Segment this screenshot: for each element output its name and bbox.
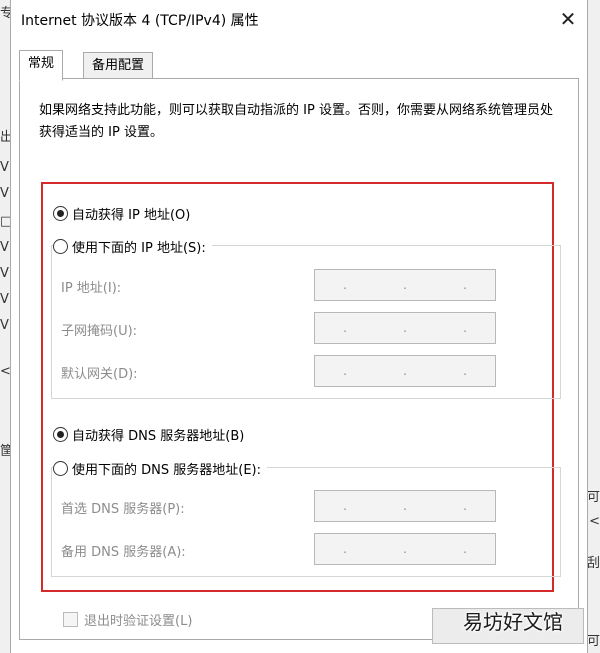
tab-general[interactable]: 常规 — [19, 50, 64, 81]
bg-fragment: V — [0, 318, 9, 333]
ip-address-label: IP 地址(I): — [61, 281, 122, 296]
checkbox-icon — [63, 612, 78, 627]
radio-unselected-icon — [53, 239, 68, 254]
auto-ip-label: 自动获得 IP 地址(O) — [72, 208, 191, 223]
manual-ip-radio[interactable]: 使用下面的 IP 地址(S): — [53, 237, 212, 256]
bg-fragment: 可 — [586, 490, 600, 505]
auto-ip-radio[interactable]: 自动获得 IP 地址(O) — [53, 204, 190, 223]
bg-fragment: 可 — [586, 634, 600, 649]
auto-dns-label: 自动获得 DNS 服务器地址(B) — [72, 429, 245, 444]
auto-dns-radio[interactable]: 自动获得 DNS 服务器地址(B) — [53, 425, 244, 444]
manual-ip-label: 使用下面的 IP 地址(S): — [72, 241, 206, 256]
description-text: 如果网络支持此功能，则可以获取自动指派的 IP 设置。否则，你需要从网络系统管理… — [39, 103, 553, 140]
bg-fragment: V — [0, 160, 9, 175]
alternate-dns-input[interactable]: ... — [314, 533, 496, 565]
watermark: 易坊好文馆 — [463, 610, 563, 634]
alternate-dns-label: 备用 DNS 服务器(A): — [61, 545, 186, 560]
manual-dns-label: 使用下面的 DNS 服务器地址(E): — [72, 463, 261, 478]
radio-unselected-icon — [53, 461, 68, 476]
bg-fragment: 刮 — [586, 556, 600, 571]
preferred-dns-input[interactable]: ... — [314, 490, 496, 522]
validate-on-exit-label: 退出时验证设置(L) — [84, 614, 193, 629]
ip-address-input[interactable]: ... — [314, 269, 496, 301]
radio-selected-icon — [53, 206, 68, 221]
manual-dns-radio[interactable]: 使用下面的 DNS 服务器地址(E): — [53, 459, 267, 478]
tab-alternate-config[interactable]: 备用配置 — [83, 52, 154, 80]
bg-fragment: V — [0, 186, 9, 201]
title-bar: Internet 协议版本 4 (TCP/IPv4) 属性 ✕ — [11, 0, 587, 38]
subnet-mask-input[interactable]: ... — [314, 312, 496, 344]
default-gateway-input[interactable]: ... — [314, 355, 496, 387]
tcpipv4-properties-dialog: Internet 协议版本 4 (TCP/IPv4) 属性 ✕ 常规 备用配置 … — [10, 0, 588, 653]
bg-fragment: < — [589, 514, 600, 529]
close-icon[interactable]: ✕ — [553, 4, 583, 34]
radio-selected-icon — [53, 427, 68, 442]
dialog-title: Internet 协议版本 4 (TCP/IPv4) 属性 — [21, 13, 259, 29]
default-gateway-label: 默认网关(D): — [61, 367, 138, 382]
subnet-mask-label: 子网掩码(U): — [61, 324, 138, 339]
bg-fragment: V — [0, 240, 9, 255]
bg-fragment: V — [0, 266, 9, 281]
validate-on-exit-checkbox[interactable]: 退出时验证设置(L) — [63, 610, 192, 629]
bg-fragment: V — [0, 292, 9, 307]
preferred-dns-label: 首选 DNS 服务器(P): — [61, 502, 185, 517]
